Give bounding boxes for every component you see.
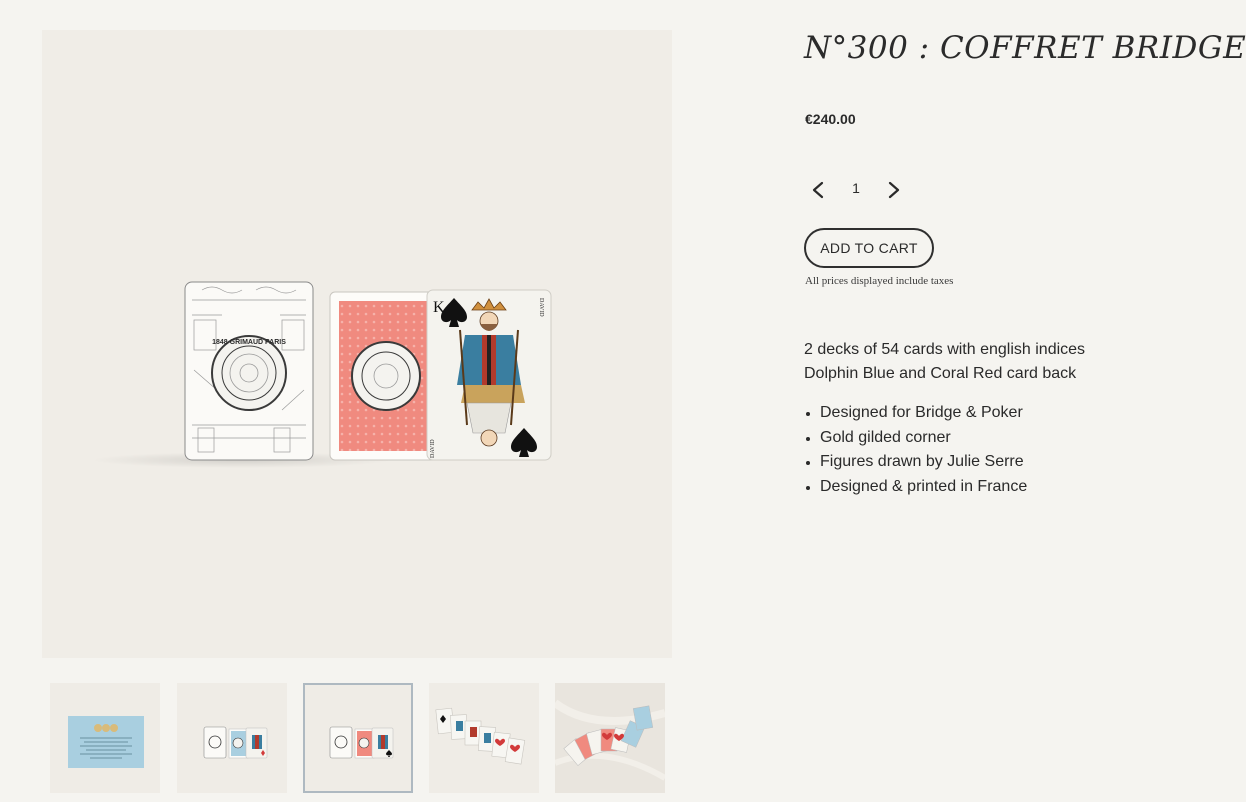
add-to-cart-button[interactable]: ADD TO CART	[804, 228, 934, 268]
card-name-top: DAVID	[538, 298, 544, 317]
engraved-box: 1848 GRIMAUD PARIS	[184, 281, 314, 461]
feature-item: Gold gilded corner	[804, 426, 1027, 451]
chevron-left-icon	[812, 181, 824, 199]
card-name-bottom: DAVID	[430, 439, 436, 458]
thumbnail-4[interactable]	[429, 683, 539, 793]
chevron-right-icon	[888, 181, 900, 199]
feature-item: Designed & printed in France	[804, 475, 1027, 500]
main-product-image[interactable]: 1848 GRIMAUD PARIS K DAVID DAVID	[42, 30, 672, 658]
product-price: €240.00	[805, 111, 856, 127]
product-description: 2 decks of 54 cards with english indices…	[804, 338, 1085, 386]
feature-item: Figures drawn by Julie Serre	[804, 450, 1027, 475]
coral-card-back	[329, 291, 443, 461]
quantity-stepper: 1	[804, 174, 914, 206]
main-product-illustration: 1848 GRIMAUD PARIS K DAVID DAVID	[92, 281, 552, 468]
king-of-spades-card: K DAVID DAVID	[426, 289, 552, 461]
feature-item: Designed for Bridge & Poker	[804, 401, 1027, 426]
thumbnail-1[interactable]	[50, 683, 160, 793]
decrease-quantity-button[interactable]	[804, 174, 832, 206]
feature-list: Designed for Bridge & Poker Gold gilded …	[804, 401, 1027, 500]
thumbnail-5[interactable]	[555, 683, 665, 793]
product-title: N°300 : COFFRET BRIDGE	[804, 30, 1246, 66]
description-line: 2 decks of 54 cards with english indices	[804, 341, 1086, 358]
thumbnail-2[interactable]	[177, 683, 287, 793]
thumbnail-1-illustration	[68, 716, 144, 768]
thumbnail-3[interactable]	[303, 683, 413, 793]
tax-note: All prices displayed include taxes	[805, 275, 954, 287]
thumbnail-4-illustration	[435, 707, 526, 765]
thumbnail-5-illustration	[555, 683, 665, 793]
seal-text: 1848 GRIMAUD PARIS	[212, 339, 286, 346]
thumbnail-3-illustration	[329, 726, 394, 759]
description-line: Dolphin Blue and Coral Red card back	[804, 365, 1077, 382]
increase-quantity-button[interactable]	[880, 174, 908, 206]
quantity-value[interactable]: 1	[840, 180, 872, 196]
thumbnail-2-illustration	[203, 726, 268, 759]
